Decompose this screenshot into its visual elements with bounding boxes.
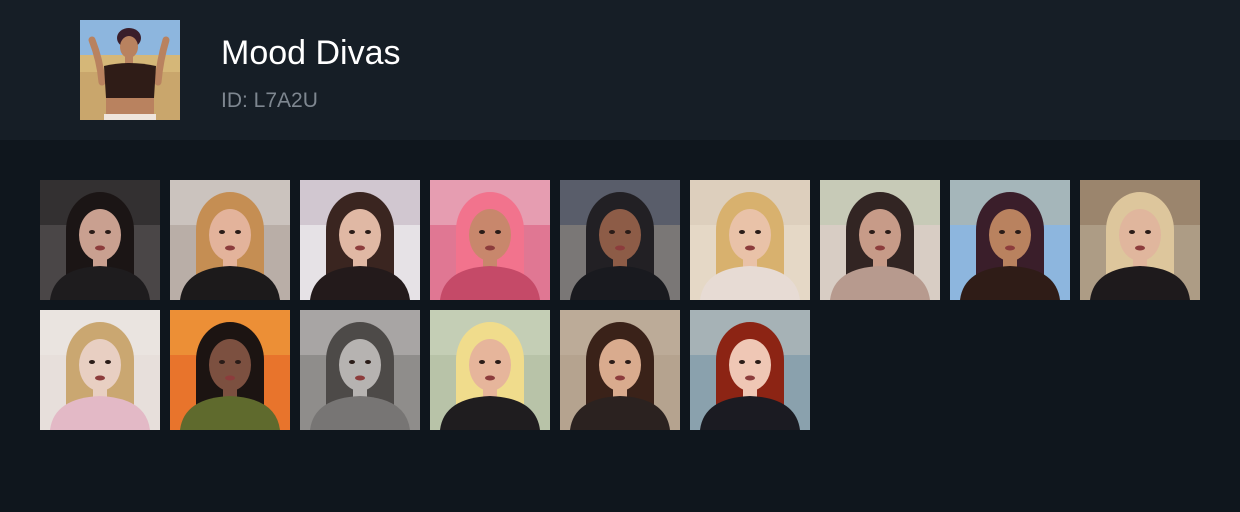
sticker-blonde-in-bed-image	[690, 180, 810, 300]
sticker-sunglasses-woman[interactable]	[40, 180, 160, 300]
sticker-sunglasses-woman-image	[40, 180, 160, 300]
sticker-redhead-stressed[interactable]	[690, 310, 810, 430]
sticker-crop-top-dance[interactable]	[950, 180, 1070, 300]
sticker-shocked-headscarf-image	[560, 180, 680, 300]
sticker-explosion-fur-coat-image	[170, 310, 290, 430]
sticker-black-white-woman[interactable]	[300, 310, 420, 430]
sticker-bratz-doll[interactable]	[430, 310, 550, 430]
sticker-brunette-smile[interactable]	[300, 180, 420, 300]
sticker-crying-blonde[interactable]	[170, 180, 290, 300]
sticker-ponytail-eye-roll-image	[560, 310, 680, 430]
sticker-wine-glass-blonde-image	[1080, 180, 1200, 300]
sticker-crying-blonde-image	[170, 180, 290, 300]
sticker-money-cash[interactable]	[820, 180, 940, 300]
sticker-ponytail-eye-roll[interactable]	[560, 310, 680, 430]
sticker-bratz-doll-image	[430, 310, 550, 430]
sticker-crop-top-dance-image	[950, 180, 1070, 300]
sticker-shocked-headscarf[interactable]	[560, 180, 680, 300]
sticker-explosion-fur-coat[interactable]	[170, 310, 290, 430]
sticker-money-cash-image	[820, 180, 940, 300]
pack-title: Mood Divas	[221, 34, 401, 72]
sticker-black-white-woman-image	[300, 310, 420, 430]
pack-id: ID: L7A2U	[221, 89, 318, 112]
sticker-face-mask-drink[interactable]	[40, 310, 160, 430]
sticker-pink-hair-point-image	[430, 180, 550, 300]
sticker-pink-hair-point[interactable]	[430, 180, 550, 300]
sticker-brunette-smile-image	[300, 180, 420, 300]
sticker-blonde-in-bed[interactable]	[690, 180, 810, 300]
sticker-face-mask-drink-image	[40, 310, 160, 430]
woman-crop-top-photo-icon	[80, 20, 180, 120]
sticker-redhead-stressed-image	[690, 310, 810, 430]
sticker-wine-glass-blonde[interactable]	[1080, 180, 1200, 300]
pack-header: Mood Divas ID: L7A2U	[0, 0, 1240, 140]
pack-cover-image	[80, 20, 180, 120]
